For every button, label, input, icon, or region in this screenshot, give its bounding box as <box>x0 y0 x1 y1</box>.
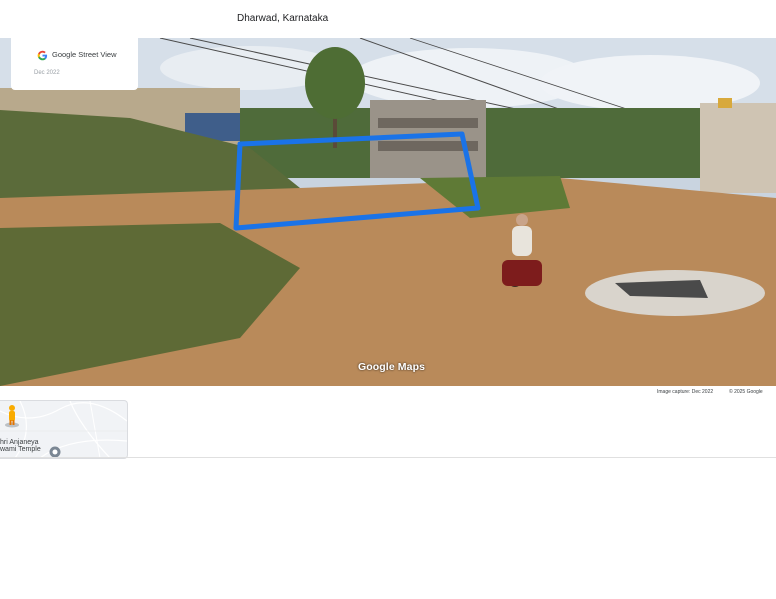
street-view-panorama[interactable] <box>0 38 776 386</box>
street-view-date: Dec 2022 <box>34 70 60 76</box>
image-capture-date: Image capture: Dec 2022 <box>657 389 714 395</box>
minimap-place-label: hri Anjaneya wami Temple <box>0 439 41 453</box>
google-maps-watermark: Google Maps <box>358 361 426 373</box>
street-view-label: Google Street View <box>52 50 117 59</box>
panel-divider <box>0 457 776 458</box>
street-view-info-card: Google Street View Dec 2022 <box>11 38 138 90</box>
copyright-text: © 2025 Google <box>729 389 763 395</box>
google-g-icon <box>37 50 48 61</box>
location-title: Dharwad, Karnataka <box>237 13 329 24</box>
panorama-scene <box>0 38 776 386</box>
pegman-icon[interactable] <box>4 404 20 428</box>
